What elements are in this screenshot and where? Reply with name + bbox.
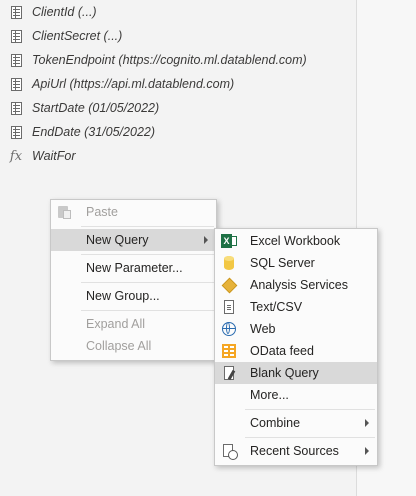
odata-feed-icon xyxy=(221,343,237,359)
database-icon xyxy=(221,255,237,271)
menu-label: Web xyxy=(250,322,276,336)
submenu-item-more[interactable]: More... xyxy=(215,384,377,406)
menu-label: Paste xyxy=(86,205,118,219)
menu-item-paste[interactable]: Paste xyxy=(51,201,216,223)
fx-icon: fx xyxy=(9,148,23,164)
menu-label: Excel Workbook xyxy=(250,234,341,248)
menu-label: Text/CSV xyxy=(250,300,303,314)
paste-icon xyxy=(57,204,73,220)
menu-label: SQL Server xyxy=(250,256,315,270)
excel-icon: X xyxy=(221,233,237,249)
menu-item-new-query[interactable]: New Query xyxy=(51,229,216,251)
menu-label: OData feed xyxy=(250,344,314,358)
menu-label: Blank Query xyxy=(250,366,319,380)
menu-separator xyxy=(81,282,214,283)
menu-label: Analysis Services xyxy=(250,278,348,292)
submenu-item-excel-workbook[interactable]: X Excel Workbook xyxy=(215,230,377,252)
cube-icon xyxy=(221,277,238,294)
menu-label: Recent Sources xyxy=(250,444,339,458)
submenu-item-analysis-services[interactable]: Analysis Services xyxy=(215,274,377,296)
query-label: ClientSecret (...) xyxy=(32,29,123,43)
menu-label: New Group... xyxy=(86,289,160,303)
chevron-right-icon xyxy=(365,419,369,427)
query-label: WaitFor xyxy=(32,149,76,163)
menu-label: Combine xyxy=(250,416,301,430)
submenu-item-sql-server[interactable]: SQL Server xyxy=(215,252,377,274)
blank-query-icon xyxy=(221,365,237,381)
menu-item-new-parameter[interactable]: New Parameter... xyxy=(51,257,216,279)
chevron-right-icon xyxy=(204,236,208,244)
query-item-enddate[interactable]: EndDate (31/05/2022) xyxy=(8,121,348,143)
menu-separator xyxy=(245,437,375,438)
chevron-right-icon xyxy=(365,447,369,455)
query-item-clientid[interactable]: ClientId (...) xyxy=(8,1,348,23)
parameter-icon xyxy=(8,28,24,44)
context-menu: Paste New Query New Parameter... New Gro… xyxy=(50,199,217,361)
menu-separator xyxy=(81,226,214,227)
query-item-tokenendpoint[interactable]: TokenEndpoint (https://cognito.ml.databl… xyxy=(8,49,348,71)
submenu-item-blank-query[interactable]: Blank Query xyxy=(215,362,377,384)
menu-separator xyxy=(81,310,214,311)
query-item-apiurl[interactable]: ApiUrl (https://api.ml.datablend.com) xyxy=(8,73,348,95)
menu-label: New Query xyxy=(86,233,149,247)
submenu-item-recent-sources[interactable]: Recent Sources xyxy=(215,440,377,462)
parameter-icon xyxy=(8,4,24,20)
query-item-waitfor[interactable]: fx WaitFor xyxy=(8,145,348,167)
menu-label: More... xyxy=(250,388,289,402)
query-label: StartDate (01/05/2022) xyxy=(32,101,160,115)
parameter-icon xyxy=(8,76,24,92)
recent-sources-icon xyxy=(221,443,238,460)
query-label: TokenEndpoint (https://cognito.ml.databl… xyxy=(32,53,307,67)
menu-item-expand-all[interactable]: Expand All xyxy=(51,313,216,335)
document-icon xyxy=(221,299,237,315)
menu-separator xyxy=(81,254,214,255)
globe-icon xyxy=(221,321,237,337)
submenu-item-text-csv[interactable]: Text/CSV xyxy=(215,296,377,318)
query-item-startdate[interactable]: StartDate (01/05/2022) xyxy=(8,97,348,119)
menu-item-collapse-all[interactable]: Collapse All xyxy=(51,335,216,357)
menu-item-new-group[interactable]: New Group... xyxy=(51,285,216,307)
query-label: EndDate (31/05/2022) xyxy=(32,125,156,139)
submenu-item-combine[interactable]: Combine xyxy=(215,412,377,434)
submenu-item-odata-feed[interactable]: OData feed xyxy=(215,340,377,362)
new-query-submenu: X Excel Workbook SQL Server Analysis Ser… xyxy=(214,228,378,466)
menu-label: New Parameter... xyxy=(86,261,183,275)
parameter-icon xyxy=(8,100,24,116)
menu-label: Expand All xyxy=(86,317,146,331)
query-label: ClientId (...) xyxy=(32,5,97,19)
parameter-icon xyxy=(8,52,24,68)
query-label: ApiUrl (https://api.ml.datablend.com) xyxy=(32,77,235,91)
menu-label: Collapse All xyxy=(86,339,152,353)
parameter-icon xyxy=(8,124,24,140)
submenu-item-web[interactable]: Web xyxy=(215,318,377,340)
menu-separator xyxy=(245,409,375,410)
query-item-clientsecret[interactable]: ClientSecret (...) xyxy=(8,25,348,47)
